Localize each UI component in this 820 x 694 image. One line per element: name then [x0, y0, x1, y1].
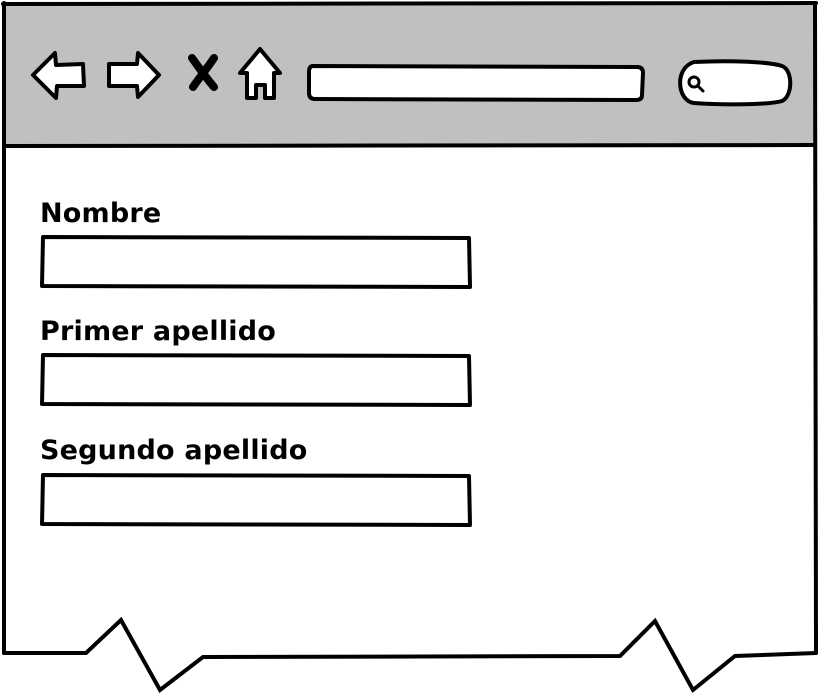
primer-apellido-field[interactable]: [40, 352, 472, 408]
nombre-input[interactable]: [48, 242, 462, 282]
arrow-right-icon: [107, 51, 161, 99]
close-icon: [188, 54, 218, 91]
address-bar[interactable]: [307, 63, 645, 103]
magnifier-icon: [687, 75, 705, 93]
primer-apellido-input[interactable]: [48, 360, 462, 400]
home-button[interactable]: [234, 44, 286, 104]
segundo-apellido-label: Segundo apellido: [40, 435, 308, 466]
search-input[interactable]: [708, 70, 788, 96]
back-button[interactable]: [28, 46, 90, 104]
forward-button[interactable]: [104, 48, 164, 102]
primer-apellido-label: Primer apellido: [40, 316, 277, 347]
segundo-apellido-input[interactable]: [48, 480, 462, 520]
stop-button[interactable]: [184, 52, 222, 92]
home-icon: [238, 47, 282, 100]
nombre-field[interactable]: [40, 234, 472, 290]
address-input[interactable]: [317, 69, 631, 97]
torn-bottom-edge: [2, 616, 818, 694]
segundo-apellido-field[interactable]: [40, 472, 472, 528]
nombre-label: Nombre: [40, 198, 162, 229]
search-box[interactable]: [672, 58, 796, 108]
arrow-left-icon: [31, 51, 86, 100]
